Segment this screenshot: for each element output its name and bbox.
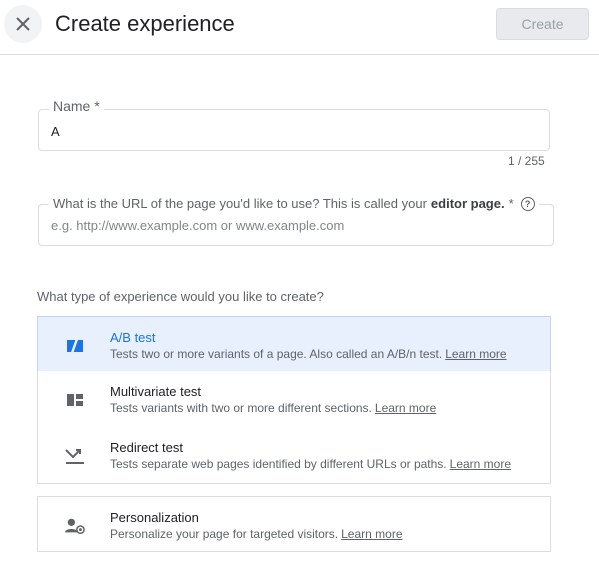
option-title: A/B test [110, 330, 156, 345]
create-button[interactable]: Create [496, 8, 589, 40]
name-char-counter: 1 / 255 [508, 154, 545, 168]
name-field[interactable] [38, 109, 550, 151]
dialog-header: Create experience Create [0, 0, 599, 55]
name-field-label: Name * [49, 98, 104, 114]
option-multivariate-test[interactable]: Multivariate test Tests variants with tw… [37, 371, 551, 428]
option-redirect-test[interactable]: Redirect test Tests separate web pages i… [37, 427, 551, 484]
learn-more-link[interactable]: Learn more [445, 347, 506, 361]
ab-test-icon [65, 336, 85, 356]
personalization-icon [65, 516, 85, 536]
url-field-label: What is the URL of the page you'd like t… [49, 196, 539, 211]
learn-more-link[interactable]: Learn more [341, 527, 402, 541]
page-title: Create experience [55, 11, 235, 36]
option-title: Multivariate test [110, 384, 202, 399]
option-ab-test[interactable]: A/B test Tests two or more variants of a… [37, 316, 551, 372]
option-title: Redirect test [110, 440, 183, 455]
experience-type-question: What type of experience would you like t… [37, 289, 324, 304]
multivariate-icon [65, 390, 85, 410]
help-circle-icon[interactable]: ? [520, 196, 535, 211]
option-personalization[interactable]: Personalization Personalize your page fo… [37, 496, 551, 552]
learn-more-link[interactable]: Learn more [450, 457, 511, 471]
redirect-icon [65, 446, 85, 466]
close-button[interactable] [4, 5, 42, 43]
url-label-required: * [508, 196, 514, 211]
option-title: Personalization [110, 510, 199, 525]
option-description: Tests variants with two or more differen… [110, 401, 437, 415]
option-description: Personalize your page for targeted visit… [110, 527, 403, 541]
url-label-bold: editor page. [430, 196, 505, 211]
url-label-text: What is the URL of the page you'd like t… [53, 196, 427, 211]
close-icon [16, 17, 30, 31]
name-field-value[interactable]: A [51, 124, 60, 139]
option-description: Tests two or more variants of a page. Al… [110, 347, 507, 361]
option-description: Tests separate web pages identified by d… [110, 457, 512, 471]
url-field-placeholder: e.g. http://www.example.com or www.examp… [51, 218, 345, 233]
learn-more-link[interactable]: Learn more [375, 401, 436, 415]
